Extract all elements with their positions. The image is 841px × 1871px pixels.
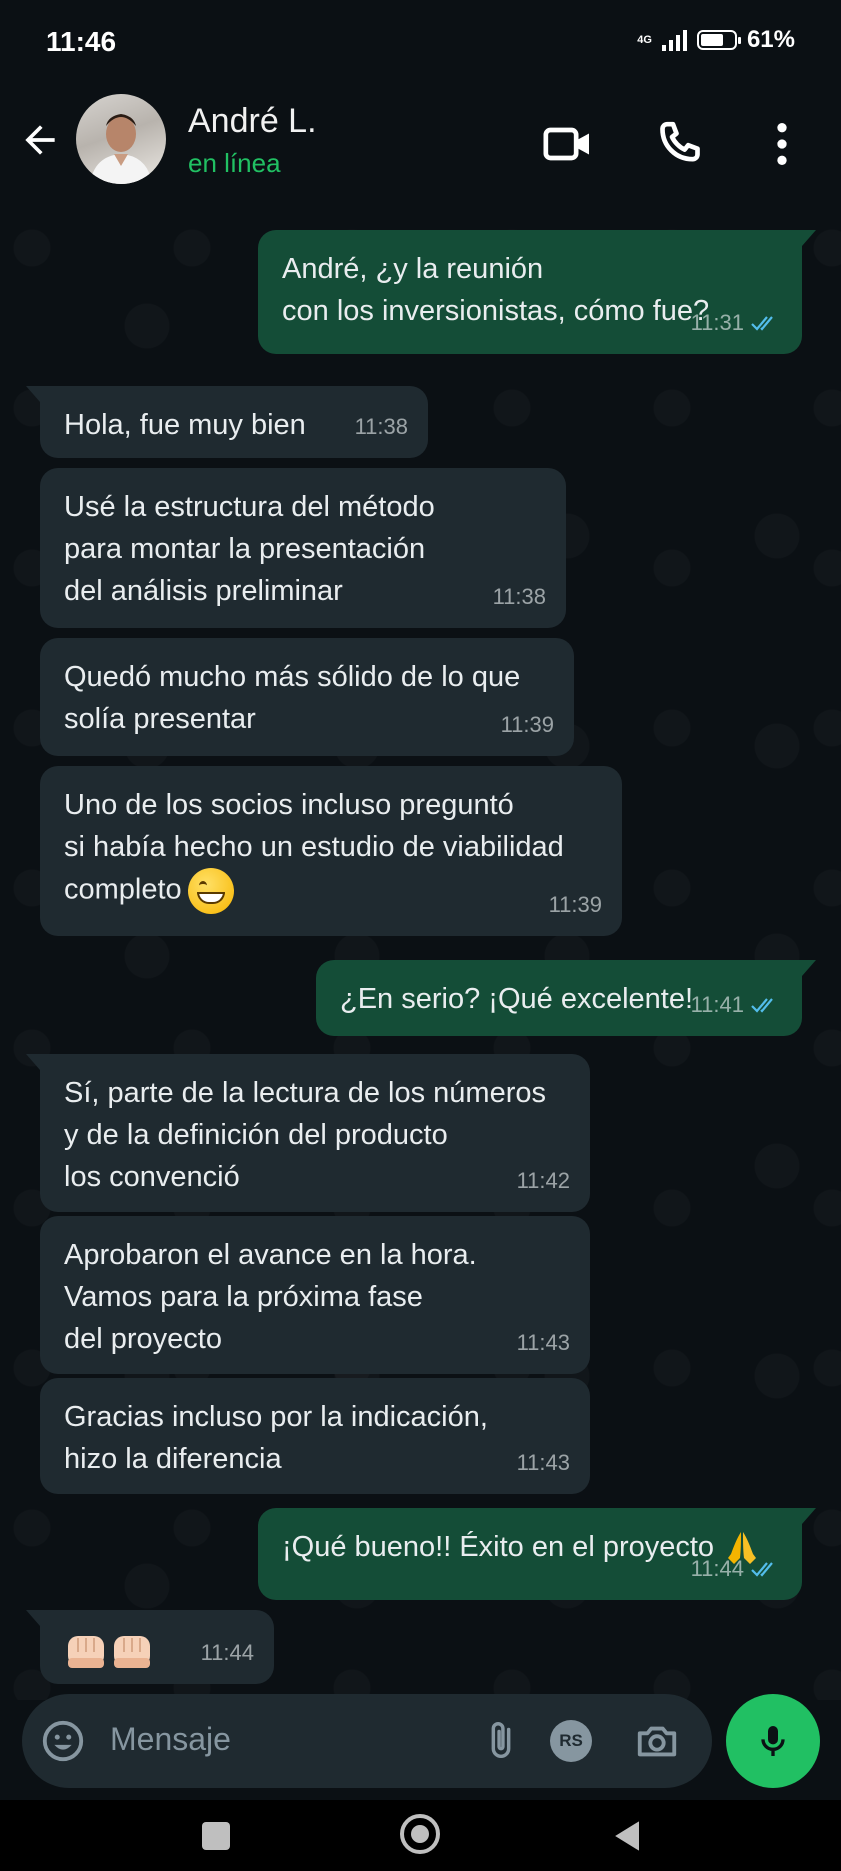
message-text: Sí, parte de la lectura de los números y… (64, 1077, 546, 1193)
message-time: 11:41 (690, 992, 744, 1017)
status-time: 11:46 (46, 26, 117, 57)
battery-icon (696, 30, 741, 50)
battery-level: 61% (746, 26, 795, 53)
message-bubble-incoming[interactable]: Usé la estructura del método para montar… (40, 468, 566, 628)
attach-icon[interactable] (478, 1718, 524, 1764)
message-meta: 11:31 (691, 302, 782, 344)
message-time: 11:39 (500, 712, 554, 737)
system-nav-bar (0, 1800, 841, 1871)
message-bubble-outgoing[interactable]: André, ¿y la reunión con los inversionis… (258, 230, 816, 354)
message-bubble-outgoing[interactable]: ¿En serio? ¡Qué excelente! 11:41 (316, 960, 816, 1036)
more-options-icon[interactable] (754, 116, 810, 172)
message-meta: 11:44 (691, 1548, 782, 1590)
message-text: Gracias incluso por la indicación, hizo … (64, 1401, 488, 1475)
read-ticks-icon (751, 1562, 773, 1577)
read-ticks-icon (751, 998, 773, 1013)
message-meta: 11:39 (501, 704, 554, 746)
message-input[interactable]: Mensaje (110, 1721, 231, 1758)
payments-icon[interactable]: RS (550, 1720, 592, 1762)
contact-name[interactable]: André L. (188, 102, 317, 141)
back-arrow-icon[interactable] (18, 118, 62, 162)
fist-bump-emoji-icon (68, 1636, 104, 1668)
message-time: 11:38 (354, 414, 408, 439)
message-bubble-incoming[interactable]: Aprobaron el avance en la hora. Vamos pa… (40, 1216, 590, 1374)
chat-header: André L. en línea (0, 80, 841, 200)
grinning-face-emoji-icon (187, 868, 234, 914)
message-bubble-incoming[interactable]: Quedó mucho más sólido de lo que solía p… (40, 638, 574, 756)
message-bubble-outgoing[interactable]: ¡Qué bueno!! Éxito en el proyecto 11:44 (258, 1508, 816, 1600)
contact-status: en línea (188, 148, 281, 178)
avatar[interactable] (76, 94, 166, 184)
phone-call-icon[interactable] (652, 116, 708, 172)
microphone-icon (761, 1726, 785, 1756)
message-meta: 11:38 (493, 576, 546, 618)
status-indicators: 4G 61% (637, 26, 795, 54)
fist-bump-emoji-icon (114, 1636, 150, 1668)
signal-icon (661, 29, 687, 51)
video-call-icon[interactable] (540, 116, 596, 172)
message-time: 11:38 (492, 584, 546, 609)
emoji-icon[interactable] (40, 1718, 86, 1764)
message-meta: 11:43 (517, 1442, 570, 1484)
network-indicator: 4G (637, 33, 652, 46)
message-bubble-incoming[interactable]: 11:44 (26, 1610, 274, 1684)
camera-icon[interactable] (634, 1718, 680, 1764)
message-meta: 11:38 (355, 406, 408, 448)
recents-button[interactable] (202, 1822, 230, 1850)
voice-message-button[interactable] (726, 1694, 820, 1788)
message-time: 11:43 (516, 1450, 570, 1475)
message-text: Aprobaron el avance en la hora. Vamos pa… (64, 1239, 477, 1355)
message-time: 11:31 (690, 310, 744, 335)
back-button[interactable] (606, 1814, 650, 1858)
chat-area[interactable]: André, ¿y la reunión con los inversionis… (0, 200, 841, 1700)
message-bubble-incoming[interactable]: Uno de los socios incluso preguntó si ha… (40, 766, 622, 936)
message-time: 11:43 (516, 1330, 570, 1355)
message-meta: 11:41 (691, 984, 782, 1026)
message-bubble-incoming[interactable]: Sí, parte de la lectura de los números y… (26, 1054, 590, 1212)
message-text: Usé la estructura del método para montar… (64, 491, 435, 607)
home-dot-icon (411, 1825, 429, 1843)
message-bubble-incoming[interactable]: Gracias incluso por la indicación, hizo … (40, 1378, 590, 1494)
message-time: 11:44 (690, 1556, 744, 1581)
avatar-photo (90, 114, 152, 184)
message-meta: 11:39 (549, 884, 602, 926)
message-meta: 11:43 (517, 1322, 570, 1364)
message-bubble-incoming[interactable]: Hola, fue muy bien 11:38 (26, 386, 428, 458)
message-time: 11:42 (516, 1168, 570, 1193)
message-time: 11:44 (200, 1640, 254, 1665)
message-meta: 11:44 (201, 1632, 254, 1674)
message-composer[interactable]: Mensaje RS (22, 1694, 712, 1788)
home-button[interactable] (400, 1814, 440, 1854)
message-text: Uno de los socios incluso preguntó si ha… (64, 789, 564, 906)
read-ticks-icon (751, 316, 773, 331)
message-time: 11:39 (548, 892, 602, 917)
message-text: Hola, fue muy bien (64, 409, 306, 441)
message-meta: 11:42 (517, 1160, 570, 1202)
message-text: Quedó mucho más sólido de lo que solía p… (64, 661, 521, 735)
message-text: ¡Qué bueno!! Éxito en el proyecto (282, 1531, 715, 1563)
status-bar: 11:46 4G 61% (0, 0, 841, 80)
